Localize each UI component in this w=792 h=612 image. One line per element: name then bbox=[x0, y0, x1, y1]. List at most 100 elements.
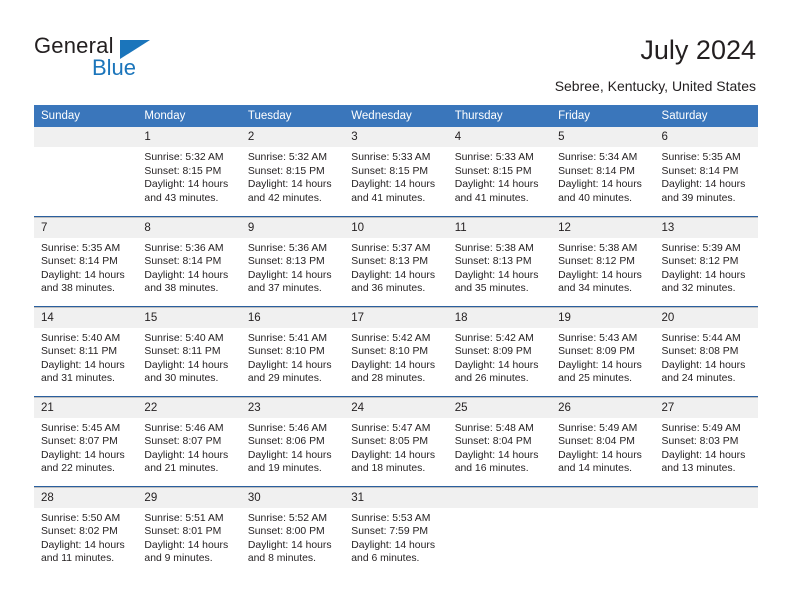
daylight-text-line2: and 25 minutes. bbox=[558, 373, 633, 385]
calendar-cell[interactable]: 8 Sunrise: 5:36 AM Sunset: 8:14 PM Daylight… bbox=[137, 216, 241, 307]
calendar-day[interactable]: 7 Sunrise: 5:35 AM Sunset: 8:14 PM Daylight… bbox=[34, 217, 138, 307]
sunrise-text: Sunrise: 5:42 AM bbox=[454, 332, 534, 344]
sunrise-text: Sunrise: 5:42 AM bbox=[351, 332, 431, 344]
daylight-text-line2: and 11 minutes. bbox=[41, 553, 115, 565]
calendar-cell[interactable]: 11 Sunrise: 5:38 AM Sunset: 8:13 PM Dayligh… bbox=[447, 216, 552, 307]
calendar-cell[interactable]: 2 Sunrise: 5:32 AM Sunset: 8:15 PM Daylight… bbox=[240, 127, 345, 217]
calendar-cell[interactable]: 20 Sunrise: 5:44 AM Sunset: 8:08 PM Dayligh… bbox=[654, 306, 758, 397]
daylight-text-line1: Daylight: 14 hours bbox=[558, 269, 642, 281]
calendar-day[interactable]: 8 Sunrise: 5:36 AM Sunset: 8:14 PM Daylight… bbox=[137, 217, 241, 307]
calendar-day[interactable]: 9 Sunrise: 5:36 AM Sunset: 8:13 PM Daylight… bbox=[240, 217, 345, 307]
sunset-text: Sunset: 8:14 PM bbox=[661, 165, 739, 177]
calendar-cell[interactable]: 15 Sunrise: 5:40 AM Sunset: 8:11 PM Dayligh… bbox=[137, 306, 241, 397]
calendar-cell[interactable]: 7 Sunrise: 5:35 AM Sunset: 8:14 PM Daylight… bbox=[34, 216, 138, 307]
calendar-day[interactable]: 29 Sunrise: 5:51 AM Sunset: 8:01 PM Dayligh… bbox=[137, 487, 241, 577]
calendar-body: 1 Sunrise: 5:32 AM Sunset: 8:15 PM Daylight… bbox=[34, 127, 758, 577]
calendar-cell[interactable]: 17 Sunrise: 5:42 AM Sunset: 8:10 PM Dayligh… bbox=[344, 306, 448, 397]
calendar-day[interactable]: 14 Sunrise: 5:40 AM Sunset: 8:11 PM Dayligh… bbox=[34, 307, 138, 397]
calendar-day[interactable]: 23 Sunrise: 5:46 AM Sunset: 8:06 PM Dayligh… bbox=[240, 397, 345, 487]
calendar-cell[interactable] bbox=[34, 127, 138, 217]
calendar-day[interactable]: 15 Sunrise: 5:40 AM Sunset: 8:11 PM Dayligh… bbox=[137, 307, 241, 397]
sunset-text: Sunset: 8:10 PM bbox=[247, 346, 325, 358]
day-details: Sunrise: 5:46 AM Sunset: 8:06 PM Daylight:… bbox=[241, 418, 344, 476]
daylight-text-line1: Daylight: 14 hours bbox=[661, 179, 746, 191]
sunset-text: Sunset: 8:03 PM bbox=[661, 436, 739, 448]
calendar-cell[interactable]: 31 Sunrise: 5:53 AM Sunset: 7:59 PM Dayligh… bbox=[344, 486, 448, 577]
calendar-cell[interactable] bbox=[447, 486, 552, 577]
daylight-text-line1: Daylight: 14 hours bbox=[558, 449, 642, 461]
calendar-day[interactable]: 28 Sunrise: 5:50 AM Sunset: 8:02 PM Dayligh… bbox=[34, 487, 138, 577]
day-number: 15 bbox=[137, 307, 241, 328]
calendar-day-empty bbox=[551, 487, 655, 577]
calendar-cell[interactable]: 10 Sunrise: 5:37 AM Sunset: 8:13 PM Dayligh… bbox=[344, 216, 448, 307]
calendar-cell[interactable]: 5 Sunrise: 5:34 AM Sunset: 8:14 PM Daylight… bbox=[551, 127, 655, 217]
calendar-day[interactable]: 19 Sunrise: 5:43 AM Sunset: 8:09 PM Dayligh… bbox=[551, 307, 655, 397]
calendar-day[interactable]: 17 Sunrise: 5:42 AM Sunset: 8:10 PM Dayligh… bbox=[344, 307, 448, 397]
calendar-day[interactable]: 13 Sunrise: 5:39 AM Sunset: 8:12 PM Dayligh… bbox=[654, 217, 758, 307]
calendar-day[interactable]: 10 Sunrise: 5:37 AM Sunset: 8:13 PM Dayligh… bbox=[344, 217, 448, 307]
day-number: 20 bbox=[654, 307, 758, 328]
calendar-day[interactable]: 4 Sunrise: 5:33 AM Sunset: 8:15 PM Daylight… bbox=[447, 127, 552, 216]
calendar-cell[interactable]: 26 Sunrise: 5:49 AM Sunset: 8:04 PM Dayligh… bbox=[551, 396, 655, 487]
calendar-cell[interactable]: 27 Sunrise: 5:49 AM Sunset: 8:03 PM Dayligh… bbox=[654, 396, 758, 487]
weekday-header-tuesday: Tuesday bbox=[240, 105, 345, 127]
calendar-day[interactable]: 25 Sunrise: 5:48 AM Sunset: 8:04 PM Dayligh… bbox=[447, 397, 552, 487]
calendar-day[interactable]: 11 Sunrise: 5:38 AM Sunset: 8:13 PM Dayligh… bbox=[447, 217, 552, 307]
calendar-day[interactable]: 5 Sunrise: 5:34 AM Sunset: 8:14 PM Daylight… bbox=[551, 127, 655, 216]
day-number: 1 bbox=[137, 127, 241, 147]
calendar-cell[interactable] bbox=[654, 486, 758, 577]
calendar-day[interactable]: 2 Sunrise: 5:32 AM Sunset: 8:15 PM Daylight… bbox=[240, 127, 345, 216]
calendar-day[interactable]: 31 Sunrise: 5:53 AM Sunset: 7:59 PM Dayligh… bbox=[344, 487, 448, 577]
calendar-cell[interactable]: 25 Sunrise: 5:48 AM Sunset: 8:04 PM Dayligh… bbox=[447, 396, 552, 487]
calendar-day[interactable]: 1 Sunrise: 5:32 AM Sunset: 8:15 PM Daylight… bbox=[137, 127, 241, 216]
calendar-day[interactable]: 16 Sunrise: 5:41 AM Sunset: 8:10 PM Dayligh… bbox=[240, 307, 345, 397]
calendar-cell[interactable]: 21 Sunrise: 5:45 AM Sunset: 8:07 PM Dayligh… bbox=[34, 396, 138, 487]
brand-logo[interactable]: General Blue bbox=[34, 33, 234, 85]
calendar-cell[interactable]: 22 Sunrise: 5:46 AM Sunset: 8:07 PM Dayligh… bbox=[137, 396, 241, 487]
calendar-cell[interactable]: 30 Sunrise: 5:52 AM Sunset: 8:00 PM Dayligh… bbox=[240, 486, 345, 577]
calendar-day[interactable]: 26 Sunrise: 5:49 AM Sunset: 8:04 PM Dayligh… bbox=[551, 397, 655, 487]
calendar-cell[interactable]: 23 Sunrise: 5:46 AM Sunset: 8:06 PM Dayligh… bbox=[240, 396, 345, 487]
day-details: Sunrise: 5:36 AM Sunset: 8:13 PM Daylight:… bbox=[241, 238, 344, 296]
day-number: 12 bbox=[551, 217, 655, 238]
sunrise-text: Sunrise: 5:38 AM bbox=[454, 242, 534, 254]
sunrise-text: Sunrise: 5:43 AM bbox=[558, 332, 638, 344]
calendar-cell[interactable]: 19 Sunrise: 5:43 AM Sunset: 8:09 PM Dayligh… bbox=[551, 306, 655, 397]
calendar-cell[interactable]: 13 Sunrise: 5:39 AM Sunset: 8:12 PM Dayligh… bbox=[654, 216, 758, 307]
calendar-day[interactable]: 27 Sunrise: 5:49 AM Sunset: 8:03 PM Dayligh… bbox=[654, 397, 758, 487]
calendar-day[interactable]: 3 Sunrise: 5:33 AM Sunset: 8:15 PM Daylight… bbox=[344, 127, 448, 216]
calendar-day[interactable]: 24 Sunrise: 5:47 AM Sunset: 8:05 PM Dayligh… bbox=[344, 397, 448, 487]
calendar-day[interactable]: 30 Sunrise: 5:52 AM Sunset: 8:00 PM Dayligh… bbox=[240, 487, 345, 577]
calendar-cell[interactable]: 18 Sunrise: 5:42 AM Sunset: 8:09 PM Dayligh… bbox=[447, 306, 552, 397]
calendar-cell[interactable]: 28 Sunrise: 5:50 AM Sunset: 8:02 PM Dayligh… bbox=[34, 486, 138, 577]
calendar-cell[interactable] bbox=[551, 486, 655, 577]
daylight-text-line1: Daylight: 14 hours bbox=[661, 359, 746, 371]
calendar-day[interactable]: 12 Sunrise: 5:38 AM Sunset: 8:12 PM Dayligh… bbox=[551, 217, 655, 307]
calendar-cell[interactable]: 24 Sunrise: 5:47 AM Sunset: 8:05 PM Dayligh… bbox=[344, 396, 448, 487]
calendar-cell[interactable]: 1 Sunrise: 5:32 AM Sunset: 8:15 PM Daylight… bbox=[137, 127, 241, 217]
daylight-text-line2: and 16 minutes. bbox=[454, 463, 529, 475]
calendar-day[interactable]: 18 Sunrise: 5:42 AM Sunset: 8:09 PM Dayligh… bbox=[447, 307, 552, 397]
day-details: Sunrise: 5:53 AM Sunset: 7:59 PM Daylight:… bbox=[344, 508, 447, 566]
calendar-day[interactable]: 21 Sunrise: 5:45 AM Sunset: 8:07 PM Dayligh… bbox=[34, 397, 138, 487]
sunrise-text: Sunrise: 5:51 AM bbox=[144, 512, 224, 524]
sunrise-text: Sunrise: 5:32 AM bbox=[247, 152, 327, 163]
daylight-text-line2: and 19 minutes. bbox=[247, 463, 322, 475]
calendar-day[interactable]: 6 Sunrise: 5:35 AM Sunset: 8:14 PM Daylight… bbox=[654, 127, 758, 216]
daylight-text-line2: and 26 minutes. bbox=[454, 373, 529, 385]
daylight-text-line1: Daylight: 14 hours bbox=[351, 539, 436, 551]
day-details: Sunrise: 5:39 AM Sunset: 8:12 PM Daylight:… bbox=[655, 238, 758, 296]
calendar-cell[interactable]: 29 Sunrise: 5:51 AM Sunset: 8:01 PM Dayligh… bbox=[137, 486, 241, 577]
calendar-cell[interactable]: 16 Sunrise: 5:41 AM Sunset: 8:10 PM Dayligh… bbox=[240, 306, 345, 397]
calendar-cell[interactable]: 4 Sunrise: 5:33 AM Sunset: 8:15 PM Daylight… bbox=[447, 127, 552, 217]
calendar-cell[interactable]: 9 Sunrise: 5:36 AM Sunset: 8:13 PM Daylight… bbox=[240, 216, 345, 307]
calendar-cell[interactable]: 6 Sunrise: 5:35 AM Sunset: 8:14 PM Daylight… bbox=[654, 127, 758, 217]
calendar-cell[interactable]: 3 Sunrise: 5:33 AM Sunset: 8:15 PM Daylight… bbox=[344, 127, 448, 217]
day-details: Sunrise: 5:49 AM Sunset: 8:03 PM Daylight:… bbox=[655, 418, 758, 476]
day-number: 17 bbox=[344, 307, 448, 328]
calendar-day[interactable]: 22 Sunrise: 5:46 AM Sunset: 8:07 PM Dayligh… bbox=[137, 397, 241, 487]
calendar-day[interactable]: 20 Sunrise: 5:44 AM Sunset: 8:08 PM Dayligh… bbox=[654, 307, 758, 397]
calendar-cell[interactable]: 14 Sunrise: 5:40 AM Sunset: 8:11 PM Dayligh… bbox=[34, 306, 138, 397]
day-number: 31 bbox=[344, 487, 448, 508]
calendar-cell[interactable]: 12 Sunrise: 5:38 AM Sunset: 8:12 PM Dayligh… bbox=[551, 216, 655, 307]
